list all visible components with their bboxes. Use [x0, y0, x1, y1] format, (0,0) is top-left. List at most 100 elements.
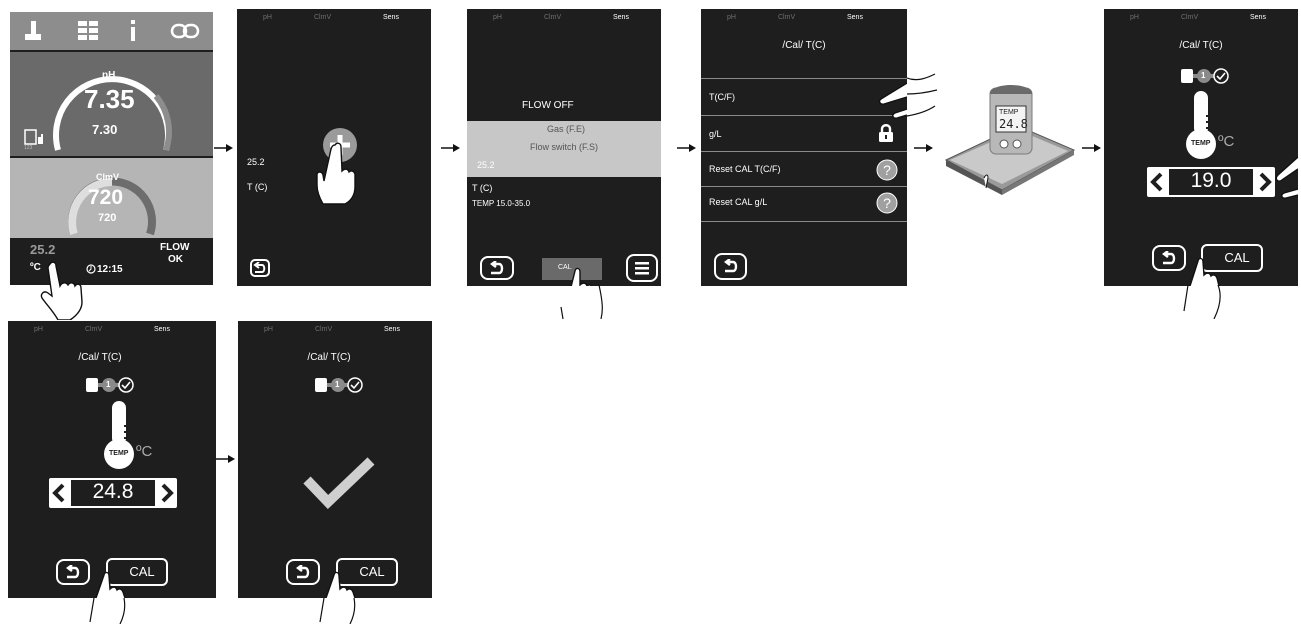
thermometer-icon	[104, 401, 134, 469]
tab-bar: pH ClmV Sens	[467, 9, 661, 23]
temperature-calibration-screen: pH ClmV Sens /Cal/ T(C) 1 TEMP ºC 19.0 C…	[1104, 9, 1298, 286]
dosing-icon	[24, 129, 43, 145]
ph-panel[interactable]: pH 7.35 7.30 123	[10, 52, 213, 156]
back-arrow-icon	[724, 259, 738, 273]
back-arrow-icon	[1162, 251, 1176, 265]
back-button[interactable]	[1152, 245, 1186, 271]
sensor-label: T (C)	[247, 182, 268, 192]
flow-arrow	[1082, 144, 1101, 152]
grid-icon[interactable]	[78, 21, 98, 41]
option-flow-switch[interactable]: Flow switch (F.S)	[530, 142, 598, 152]
divider	[701, 221, 907, 222]
tab-bar: pH ClmV Sens	[8, 321, 216, 335]
back-arrow-icon	[490, 261, 504, 275]
tab-sens[interactable]: Sens	[384, 326, 400, 333]
back-button[interactable]	[286, 559, 320, 585]
tab-clmv[interactable]: ClmV	[778, 14, 795, 21]
help-icon[interactable]: ?	[876, 192, 898, 214]
back-arrow-icon	[66, 565, 80, 579]
flow-status-line2: OK	[168, 254, 183, 265]
tab-clmv[interactable]: ClmV	[315, 326, 332, 333]
flow-arrow	[214, 144, 233, 152]
flow-arrow	[677, 144, 696, 152]
tab-sens[interactable]: Sens	[154, 326, 170, 333]
hand-pointer-icon	[907, 73, 937, 117]
temperature-value[interactable]: 25.2	[30, 242, 55, 257]
clmv-panel[interactable]: ClmV 720 720	[10, 158, 213, 238]
link-icon[interactable]	[170, 22, 200, 40]
divider	[701, 151, 907, 152]
dashboard-screen: pH 7.35 7.30 123 ClmV 720 720 25.2 ºC 12…	[10, 12, 213, 320]
back-arrow-icon	[253, 262, 266, 273]
temperature-unit: ºC	[136, 443, 153, 460]
tab-ph[interactable]: pH	[264, 326, 273, 333]
flow-arrow	[914, 144, 933, 152]
back-button[interactable]	[480, 256, 514, 280]
device-label: TEMP	[999, 109, 1019, 116]
info-icon[interactable]	[128, 20, 138, 42]
sensor-value: 25.2	[247, 157, 265, 167]
value-stepper: 24.8	[49, 478, 177, 508]
page-title: /Cal/ T(C)	[1179, 40, 1223, 51]
tab-sens[interactable]: Sens	[1250, 14, 1266, 21]
tab-clmv[interactable]: ClmV	[314, 14, 331, 21]
temperature-input[interactable]: 19.0	[1169, 169, 1253, 195]
back-button[interactable]	[250, 259, 270, 277]
checkmark-icon	[303, 457, 375, 510]
hand-pointer-icon	[40, 261, 83, 320]
tab-ph[interactable]: pH	[34, 326, 43, 333]
menu-button[interactable]	[626, 254, 658, 282]
menu-item-reset-gl[interactable]: Reset CAL g/L	[709, 197, 767, 207]
tab-bar: pH ClmV Sens	[701, 9, 907, 23]
option-gas[interactable]: Gas (F.E)	[547, 124, 585, 134]
back-button[interactable]	[56, 559, 90, 585]
decrement-button[interactable]	[49, 478, 69, 508]
tab-ph[interactable]: pH	[1130, 14, 1139, 21]
tab-ph[interactable]: pH	[727, 14, 736, 21]
calibration-menu-screen: pH ClmV Sens /Cal/ T(C) T(C/F) g/L Reset…	[701, 9, 907, 286]
ph-value: 7.35	[84, 84, 135, 114]
temperature-calibration-screen: pH ClmV Sens /Cal/ T(C) 1 TEMP ºC 24.8 C…	[8, 321, 216, 598]
tab-clmv[interactable]: ClmV	[1181, 14, 1198, 21]
menu-item-reset-temp[interactable]: Reset CAL T(C/F)	[709, 164, 781, 174]
svg-text:?: ?	[883, 195, 891, 211]
flow-off-label: FLOW OFF	[522, 100, 574, 111]
hand-pointer-icon	[1275, 156, 1298, 199]
divider	[701, 186, 907, 187]
calibration-complete-screen: pH ClmV Sens /Cal/ T(C) 1 CAL	[238, 321, 432, 598]
tab-sens[interactable]: Sens	[383, 14, 399, 21]
hand-pointer-icon	[878, 82, 907, 119]
page-title: /Cal/ T(C)	[78, 352, 122, 363]
menu-icon	[635, 262, 649, 275]
tab-ph[interactable]: pH	[493, 14, 502, 21]
tab-ph[interactable]: pH	[263, 14, 272, 21]
step-number: 1	[106, 380, 111, 389]
flow-arrow	[216, 455, 235, 463]
lock-icon[interactable]	[878, 123, 894, 143]
hand-pointer-icon	[325, 571, 356, 598]
temperature-input[interactable]: 24.8	[71, 480, 155, 506]
tab-bar: pH ClmV Sens	[238, 321, 432, 335]
sensor-icon[interactable]	[24, 21, 42, 41]
step-number: 1	[1201, 71, 1206, 80]
tab-clmv[interactable]: ClmV	[544, 14, 561, 21]
tab-sens[interactable]: Sens	[847, 14, 863, 21]
menu-item-unit[interactable]: T(C/F)	[709, 92, 735, 102]
sensor-value: 25.2	[477, 160, 495, 170]
tab-bar: pH ClmV Sens	[237, 9, 431, 23]
increment-button[interactable]	[157, 478, 177, 508]
menu-item-gl[interactable]: g/L	[709, 129, 722, 139]
temperature-unit: ºC	[1218, 133, 1235, 150]
help-icon[interactable]: ?	[876, 159, 898, 181]
back-arrow-icon	[296, 565, 310, 579]
step-number: 1	[335, 380, 340, 389]
hand-pointer-icon	[319, 598, 356, 624]
tab-clmv[interactable]: ClmV	[85, 326, 102, 333]
tab-sens[interactable]: Sens	[613, 14, 629, 21]
hand-pointer-icon	[316, 142, 356, 205]
back-button[interactable]	[714, 253, 747, 280]
decrement-button[interactable]	[1147, 167, 1167, 197]
page-title: /Cal/ T(C)	[782, 40, 826, 51]
flow-arrow	[441, 144, 460, 152]
hand-pointer-icon	[95, 571, 126, 598]
